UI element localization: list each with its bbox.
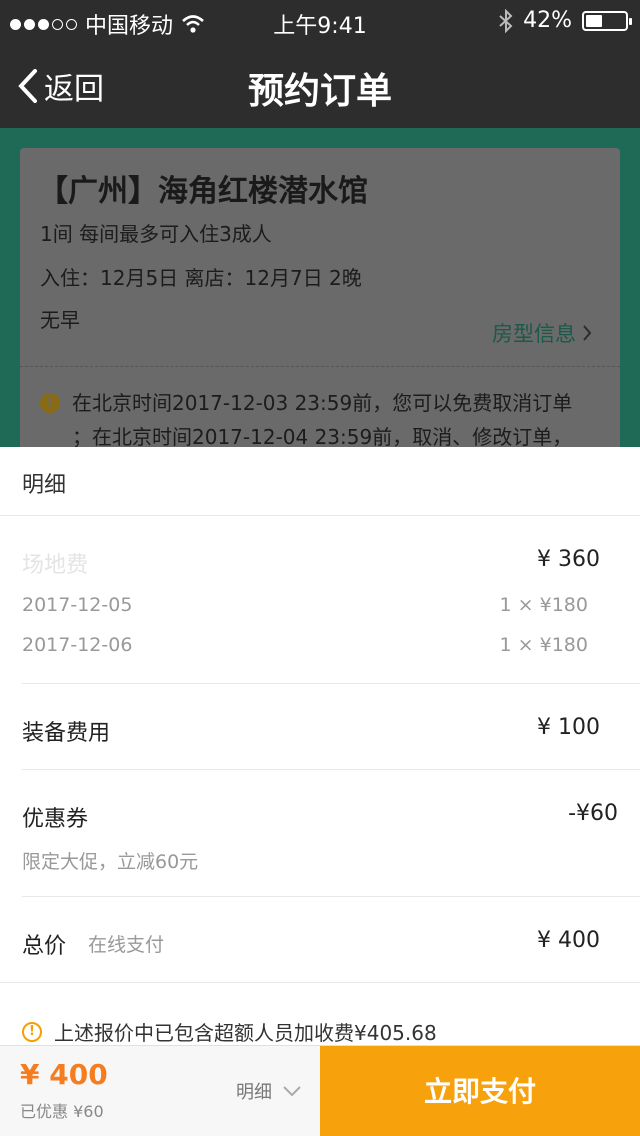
divider <box>22 683 640 684</box>
card-divider <box>20 366 620 367</box>
cancel-notice-line1: 在北京时间2017-12-03 23:59前，您可以免费取消订单 <box>72 391 573 415</box>
coupon-label: 优惠券 <box>22 807 89 832</box>
chevron-down-icon <box>283 1086 301 1097</box>
discount-amount: 已优惠 ¥60 <box>20 1102 104 1121</box>
battery-icon <box>582 10 632 31</box>
warning-icon: ! <box>40 393 60 413</box>
total-label: 总价 <box>22 934 67 959</box>
booking-background: 【广州】海角红楼潜水馆 1间 每间最多可入住3成人 入住：12月5日 离店：12… <box>0 128 640 478</box>
breakfast-info: 无早 <box>40 308 80 332</box>
divider <box>0 515 640 516</box>
detail-toggle[interactable]: 明细 <box>236 1078 302 1104</box>
surcharge-note: ! 上述报价中已包含超额人员加收费¥405.68 <box>22 1017 437 1046</box>
bottom-bar: ¥ 400 已优惠 ¥60 明细 立即支付 <box>0 1045 640 1136</box>
detail-toggle-label: 明细 <box>236 1082 272 1103</box>
coupon-value: -¥60 <box>568 801 618 826</box>
sheet-title: 明细 <box>22 473 67 498</box>
stay-dates: 入住：12月5日 离店：12月7日 2晚 <box>40 266 362 290</box>
room-description: 1间 每间最多可入住3成人 <box>40 222 272 246</box>
booking-card: 【广州】海角红楼潜水馆 1间 每间最多可入住3成人 入住：12月5日 离店：12… <box>20 148 620 478</box>
battery-percent: 42% <box>523 8 572 33</box>
night-date: 2017-12-05 <box>22 594 133 616</box>
coupon-note: 限定大促，立减60元 <box>22 851 199 873</box>
chevron-right-icon <box>583 325 592 341</box>
venue-fee-value: ¥ 360 <box>537 547 600 572</box>
pay-now-button[interactable]: 立即支付 <box>320 1046 640 1136</box>
price-detail-sheet: 明细 场地费 ¥ 360 2017-12-05 1 × ¥180 2017-12… <box>0 447 640 1045</box>
venue-fee-label: 场地费 <box>22 553 89 578</box>
night-date: 2017-12-06 <box>22 634 133 656</box>
total-value: ¥ 400 <box>537 928 600 953</box>
status-bar: 中国移动 上午9:41 42% <box>0 0 640 40</box>
night-amount: 1 × ¥180 <box>499 634 588 656</box>
cancel-notice: ! 在北京时间2017-12-03 23:59前，您可以免费取消订单 ；在北京时… <box>40 386 600 454</box>
night-amount: 1 × ¥180 <box>499 594 588 616</box>
info-alert-icon: ! <box>22 1021 42 1042</box>
room-info-link[interactable]: 房型信息 <box>492 318 592 348</box>
divider <box>22 896 640 897</box>
status-right: 42% <box>499 8 632 33</box>
surcharge-text: 上述报价中已包含超额人员加收费¥405.68 <box>54 1021 437 1045</box>
payment-method: 在线支付 <box>88 934 165 956</box>
divider <box>22 769 640 770</box>
room-info-label: 房型信息 <box>492 322 576 346</box>
nav-bar: 返回 预约订单 <box>0 40 640 128</box>
page-title: 预约订单 <box>247 71 392 112</box>
divider <box>0 982 640 983</box>
bluetooth-icon <box>499 8 513 33</box>
equipment-fee-label: 装备费用 <box>22 721 111 746</box>
total-price: ¥ 400 <box>20 1058 108 1091</box>
equipment-fee-value: ¥ 100 <box>537 715 600 740</box>
hotel-name: 【广州】海角红楼潜水馆 <box>38 174 368 209</box>
